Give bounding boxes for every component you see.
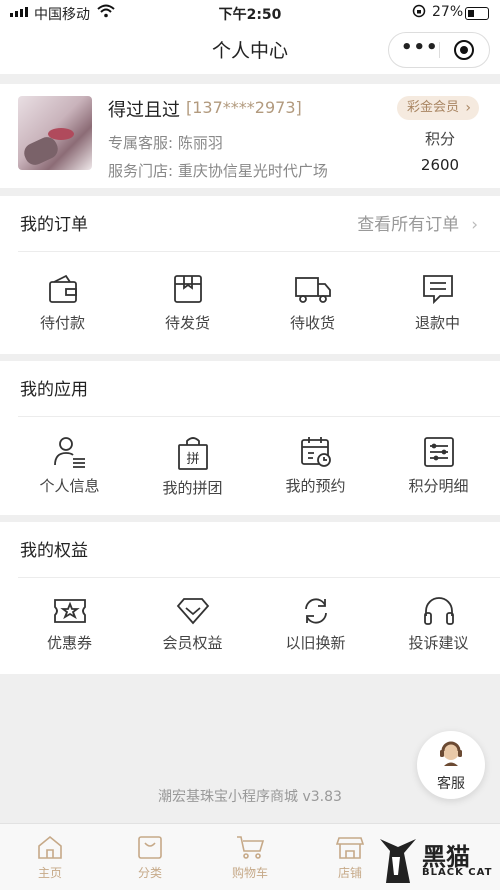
rotation-lock-icon	[412, 4, 426, 18]
headset-icon	[423, 597, 454, 625]
store-icon	[336, 837, 364, 859]
home-icon	[38, 835, 62, 859]
app-version: 潮宏基珠宝小程序商城 v3.83	[158, 789, 342, 805]
message-icon	[422, 275, 453, 305]
points-label: 积分	[424, 130, 455, 148]
tab-label: 店铺	[337, 866, 362, 880]
app-points-detail[interactable]: 积分明细	[376, 435, 500, 496]
close-target-icon[interactable]	[454, 40, 474, 60]
avatar[interactable]	[18, 96, 92, 170]
chevron-right-icon: ›	[465, 100, 471, 116]
benefit-item-label: 会员权益	[162, 634, 223, 652]
tab-home[interactable]: 主页	[0, 834, 100, 881]
benefit-coupon[interactable]: 优惠券	[7, 596, 132, 653]
list-detail-icon	[423, 437, 454, 467]
category-bag-icon	[138, 836, 162, 859]
benefit-item-label: 投诉建议	[408, 634, 469, 652]
order-item-label: 待付款	[39, 314, 85, 332]
app-item-label: 个人信息	[39, 477, 100, 495]
app-item-label: 积分明细	[408, 477, 469, 495]
orders-title: 我的订单	[20, 215, 88, 235]
tab-category[interactable]: 分类	[100, 834, 200, 881]
order-pending-payment[interactable]: 待付款	[0, 272, 125, 333]
user-name: 得过且过	[108, 100, 180, 121]
user-phone: [137****2973]	[186, 98, 302, 117]
battery-icon	[465, 7, 489, 20]
member-level-label: 彩金会员	[407, 100, 460, 115]
diamond-icon	[176, 598, 209, 625]
order-item-label: 退款中	[414, 314, 460, 332]
status-bar: 中国移动 下午2:50 27%	[0, 0, 500, 26]
battery-percent: 27%	[432, 4, 464, 20]
orders-card: 我的订单 查看所有订单 › 待付款 待发货 待收货 退款中	[0, 196, 500, 354]
more-icon[interactable]: •••	[401, 37, 439, 58]
member-level-button[interactable]: 彩金会员 ›	[397, 96, 479, 120]
order-item-label: 待收货	[289, 314, 335, 332]
coupon-icon	[53, 599, 86, 623]
benefit-item-label: 优惠券	[46, 634, 92, 652]
capsule-divider	[439, 42, 440, 58]
tab-label: 购物车	[231, 866, 268, 880]
benefits-card: 我的权益 优惠券 会员权益 以旧换新 投诉建议	[0, 522, 500, 674]
truck-icon	[294, 277, 331, 303]
wallet-icon	[48, 274, 77, 303]
black-cat-logo-icon	[380, 839, 416, 883]
tab-label: 主页	[37, 866, 62, 880]
miniprogram-capsule: •••	[388, 32, 490, 68]
store-line: 服务门店: 重庆协信星光时代广场	[108, 162, 328, 180]
chevron-right-icon: ›	[471, 215, 478, 235]
view-all-orders-label: 查看所有订单	[357, 215, 460, 235]
profile-card: 得过且过 [137****2973] 专属客服: 陈丽羽 服务门店: 重庆协信星…	[0, 84, 500, 188]
benefit-trade-in[interactable]: 以旧换新	[253, 596, 378, 653]
order-pending-shipment[interactable]: 待发货	[125, 272, 250, 333]
benefits-title: 我的权益	[20, 541, 88, 561]
tab-cart[interactable]: 购物车	[200, 834, 300, 881]
box-icon	[173, 275, 202, 303]
benefit-member-rights[interactable]: 会员权益	[130, 596, 255, 653]
calendar-clock-icon	[300, 437, 331, 467]
svg-text:拼: 拼	[186, 452, 199, 467]
apps-card: 我的应用 个人信息 拼 我的拼团 我的预约 积分明细	[0, 361, 500, 515]
consultant-line: 专属客服: 陈丽羽	[108, 134, 223, 152]
black-cat-watermark: 黑猫 BLACK CAT	[376, 833, 500, 889]
benefit-item-label: 以旧换新	[285, 634, 346, 652]
nav-bar: 个人中心 •••	[0, 26, 500, 74]
app-item-label: 我的拼团	[162, 479, 223, 497]
app-item-label: 我的预约	[285, 477, 346, 495]
order-item-label: 待发货	[164, 314, 210, 332]
benefit-feedback[interactable]: 投诉建议	[376, 596, 500, 653]
app-personal-info[interactable]: 个人信息	[7, 435, 132, 496]
user-list-icon	[53, 437, 85, 468]
watermark-sub: BLACK CAT	[422, 867, 493, 878]
refresh-icon	[304, 598, 327, 624]
app-appointment[interactable]: 我的预约	[253, 435, 378, 496]
order-refunding[interactable]: 退款中	[375, 272, 500, 333]
order-pending-receipt[interactable]: 待收货	[250, 272, 375, 333]
group-buy-bag-icon: 拼	[177, 437, 208, 470]
view-all-orders-link[interactable]: 查看所有订单 ›	[357, 210, 478, 235]
apps-title: 我的应用	[20, 380, 88, 400]
service-agent-icon	[440, 741, 462, 766]
app-group-buy[interactable]: 拼 我的拼团	[130, 435, 255, 498]
tab-label: 分类	[137, 866, 162, 880]
points-value[interactable]: 2600	[398, 156, 482, 174]
cart-icon	[237, 836, 265, 859]
